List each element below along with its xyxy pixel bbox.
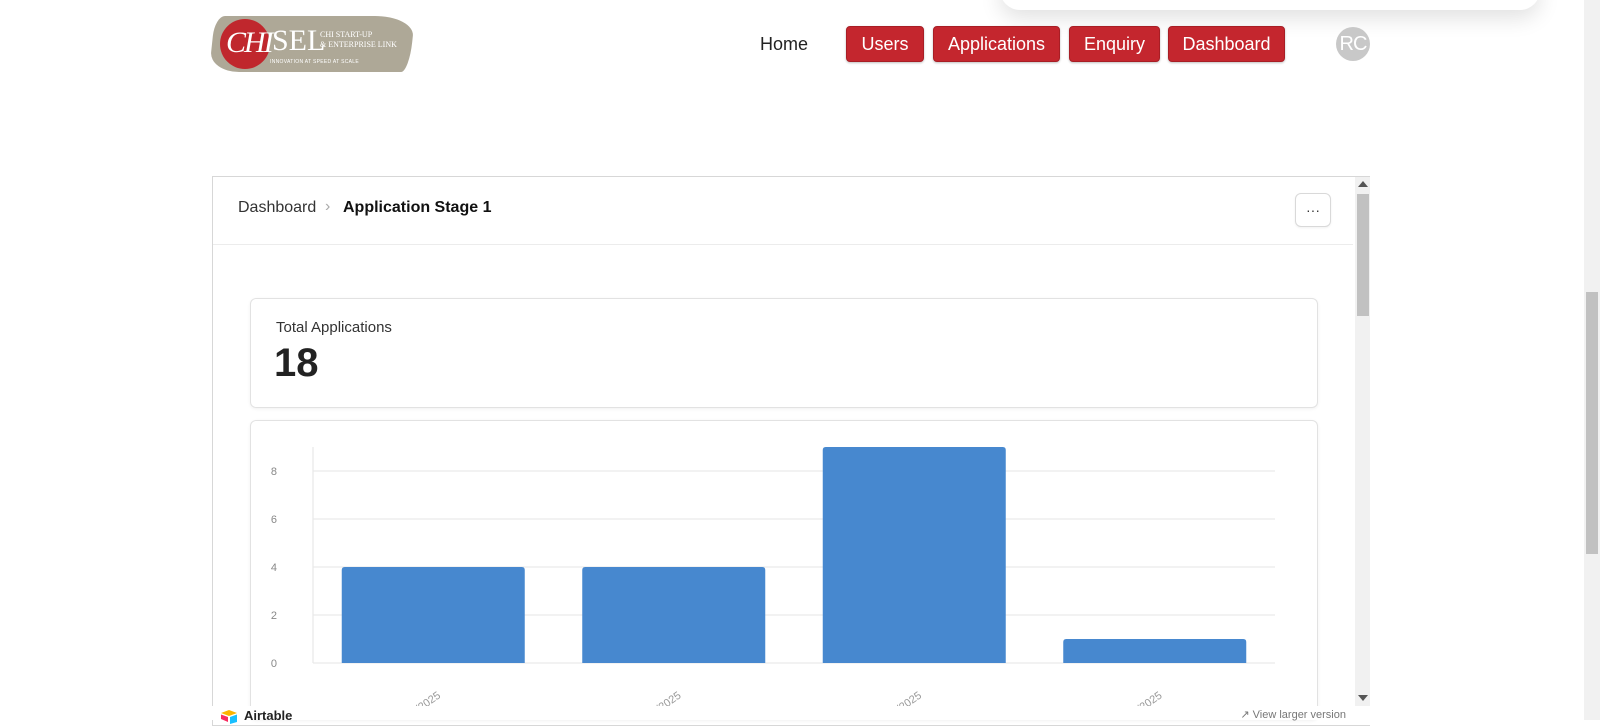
- breadcrumb-dashboard[interactable]: Dashboard: [238, 199, 316, 217]
- inner-scrollbar[interactable]: [1355, 177, 1370, 707]
- dashboard-header: Dashboard › Application Stage 1 ···: [213, 177, 1353, 245]
- nav-dashboard-button[interactable]: Dashboard: [1168, 26, 1285, 62]
- logo-tagline-1: CHI START-UP: [320, 30, 373, 39]
- bar-0: [341, 567, 525, 663]
- bar-2: [822, 447, 1006, 663]
- logo-tagline-3: INNOVATION AT SPEED AT SCALE: [270, 59, 359, 65]
- y-tick-label-4: 4: [271, 562, 277, 574]
- total-applications-label: Total Applications: [276, 319, 392, 336]
- bar-1: [582, 567, 766, 663]
- scroll-up-arrow-icon[interactable]: [1358, 181, 1368, 187]
- bar-3: [1063, 639, 1247, 663]
- y-tick-label-6: 6: [271, 514, 277, 526]
- bar-chart-svg: 02468/2025/2025/2025/2025: [271, 447, 1275, 715]
- y-tick-label-8: 8: [271, 466, 277, 478]
- inner-scrollbar-thumb[interactable]: [1357, 194, 1369, 316]
- nav-enquiry-button[interactable]: Enquiry: [1069, 26, 1160, 62]
- total-applications-card: Total Applications 18: [250, 298, 1318, 408]
- nav-home-link[interactable]: Home: [760, 26, 808, 62]
- logo-monogram: CHI: [226, 26, 274, 59]
- embedded-dashboard: Dashboard › Application Stage 1 ··· Tota…: [212, 176, 1370, 726]
- embed-footer: Airtable ↗ View larger version: [212, 706, 1370, 724]
- page-scrollbar[interactable]: [1584, 0, 1600, 720]
- top-navigation: CHI SEL CHI START-UP & ENTERPRISE LINK I…: [0, 0, 1600, 90]
- nav-users-button[interactable]: Users: [846, 26, 924, 62]
- more-options-button[interactable]: ···: [1295, 193, 1331, 227]
- total-applications-value: 18: [274, 341, 319, 385]
- scroll-down-arrow-icon[interactable]: [1358, 695, 1368, 701]
- breadcrumb-current-page: Application Stage 1: [343, 199, 492, 216]
- header-shadow: [1000, 0, 1540, 10]
- logo-tagline: CHI START-UP & ENTERPRISE LINK: [320, 30, 410, 50]
- user-avatar[interactable]: RC: [1336, 27, 1370, 61]
- applications-bar-chart: 0 2 4 6 8/2025/2025/2025/2025: [250, 420, 1318, 720]
- breadcrumb-chevron-icon: ›: [325, 198, 331, 215]
- logo-tagline-2: & ENTERPRISE LINK: [320, 40, 397, 49]
- view-larger-link[interactable]: ↗ View larger version: [1240, 708, 1346, 721]
- airtable-logo-icon: [221, 710, 237, 724]
- airtable-brand[interactable]: Airtable: [244, 708, 292, 723]
- y-tick-label-2: 2: [271, 610, 277, 622]
- logo-wordmark: SEL: [272, 24, 326, 57]
- page-scrollbar-thumb[interactable]: [1586, 292, 1598, 554]
- nav-applications-button[interactable]: Applications: [933, 26, 1060, 62]
- y-tick-label-0: 0: [271, 658, 277, 670]
- site-logo[interactable]: CHI SEL CHI START-UP & ENTERPRISE LINK I…: [209, 14, 415, 74]
